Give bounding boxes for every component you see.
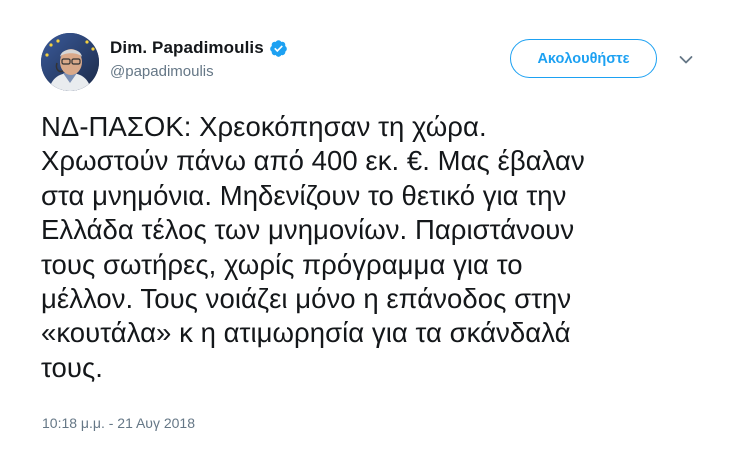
tweet-text-line: «κουτάλα» κ η ατιμωρησία για τα σκάνδαλά xyxy=(41,317,571,349)
author-info: Dim. Papadimoulis @papadimoulis xyxy=(110,37,288,80)
tweet-text-line: τους. xyxy=(41,351,103,383)
tweet-text-line: Χρωστούν πάνω από 400 εκ. €. Μας έβαλαν xyxy=(41,145,585,177)
verified-badge-icon xyxy=(269,39,287,57)
follow-button[interactable]: Ακολουθήστε xyxy=(510,39,657,78)
display-name-row: Dim. Papadimoulis xyxy=(110,37,288,59)
chevron-down-icon[interactable] xyxy=(679,55,693,65)
display-name[interactable]: Dim. Papadimoulis xyxy=(110,38,264,58)
tweet-text-line: Ελλάδα τέλος των μνημονίων. Παριστάνουν xyxy=(41,214,575,246)
profile-photo-icon xyxy=(41,33,99,91)
tweet-text-line: μέλλον. Τους νοιάζει μόνο η επάνοδος στη… xyxy=(41,283,572,315)
tweet-timestamp[interactable]: 10:18 μ.μ. - 21 Αυγ 2018 xyxy=(42,415,195,431)
tweet-text: ΝΔ-ΠΑΣΟΚ: Χρεοκόπησαν τη χώρα. Χρωστούν … xyxy=(41,110,711,385)
tweet-text-line: στα μνημόνια. Μηδενίζουν το θετικό για τ… xyxy=(41,179,567,211)
user-handle[interactable]: @papadimoulis xyxy=(110,63,288,80)
tweet-text-line: ΝΔ-ΠΑΣΟΚ: Χρεοκόπησαν τη χώρα. xyxy=(41,111,487,142)
tweet-text-line: τους σωτήρες, χωρίς πρόγραμμα για το xyxy=(41,248,523,280)
avatar[interactable] xyxy=(41,33,99,91)
tweet-card: Dim. Papadimoulis @papadimoulis Ακολουθή… xyxy=(0,0,735,451)
